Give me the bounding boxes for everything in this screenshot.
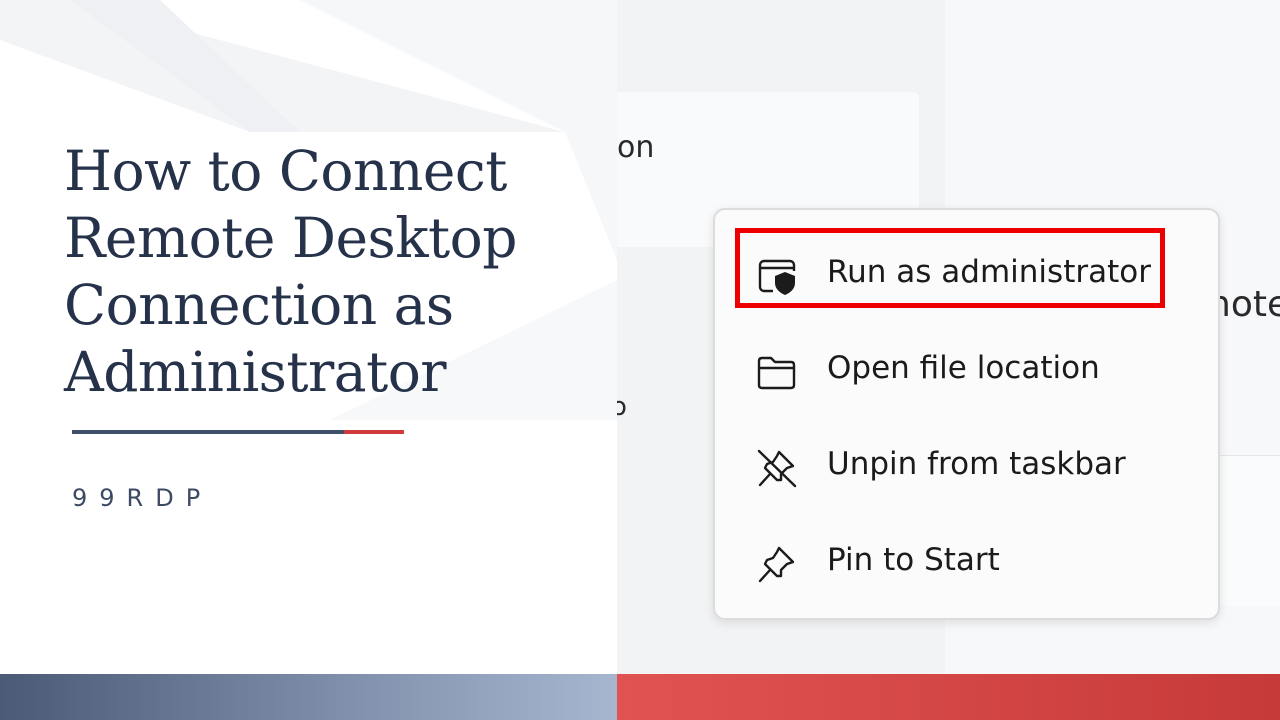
context-menu: Run as administrator Open file location … bbox=[713, 208, 1220, 620]
menu-item-label: Run as administrator bbox=[827, 254, 1151, 290]
unpin-icon bbox=[755, 448, 799, 488]
menu-item-run-as-administrator[interactable]: Run as administrator bbox=[715, 238, 1218, 312]
pin-icon bbox=[755, 544, 799, 584]
title-line: Connection as bbox=[64, 273, 454, 337]
run-as-admin-shield-icon bbox=[755, 256, 799, 296]
background-text-fragment: o bbox=[617, 392, 627, 422]
menu-item-label: Pin to Start bbox=[827, 542, 1000, 578]
menu-item-label: Open file location bbox=[827, 350, 1100, 386]
menu-item-unpin-from-taskbar[interactable]: Unpin from taskbar bbox=[715, 430, 1218, 504]
footer-band-right bbox=[617, 674, 1280, 720]
background-text-fragment: on bbox=[617, 130, 655, 165]
footer-band-left bbox=[0, 674, 617, 720]
underline-red-segment bbox=[344, 430, 404, 434]
title-line: Remote Desktop bbox=[64, 206, 517, 270]
screenshot-panel: on o note Run as administrator Open file… bbox=[617, 0, 1280, 674]
brand-name: 99RDP bbox=[72, 484, 213, 512]
menu-item-label: Unpin from taskbar bbox=[827, 446, 1126, 482]
title-line: How to Connect bbox=[64, 139, 507, 203]
page-title: How to Connect Remote Desktop Connection… bbox=[64, 138, 604, 406]
title-line: Administrator bbox=[64, 340, 447, 404]
menu-item-pin-to-start[interactable]: Pin to Start bbox=[715, 526, 1218, 600]
title-panel: How to Connect Remote Desktop Connection… bbox=[0, 0, 617, 674]
title-underline bbox=[72, 430, 404, 434]
menu-item-open-file-location[interactable]: Open file location bbox=[715, 334, 1218, 408]
folder-icon bbox=[755, 352, 799, 392]
underline-navy-segment bbox=[72, 430, 344, 434]
